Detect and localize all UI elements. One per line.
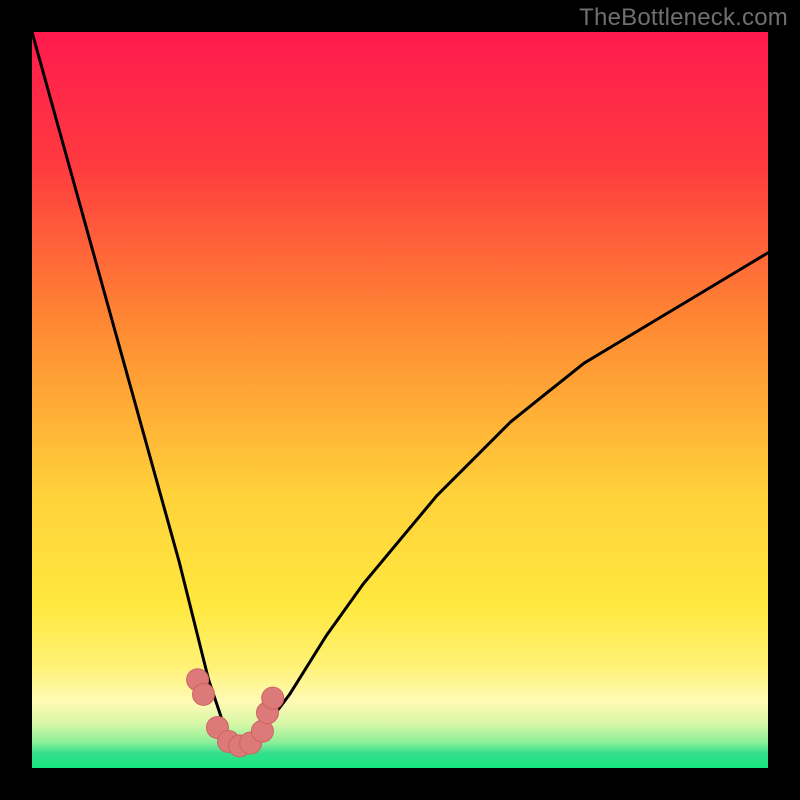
chart-svg: [32, 32, 768, 768]
watermark-label: TheBottleneck.com: [579, 4, 788, 32]
highlight-point: [193, 683, 215, 705]
highlight-point: [262, 687, 284, 709]
plot-area: [32, 32, 768, 768]
chart-frame: TheBottleneck.com: [0, 0, 800, 800]
gradient-background: [32, 32, 768, 768]
